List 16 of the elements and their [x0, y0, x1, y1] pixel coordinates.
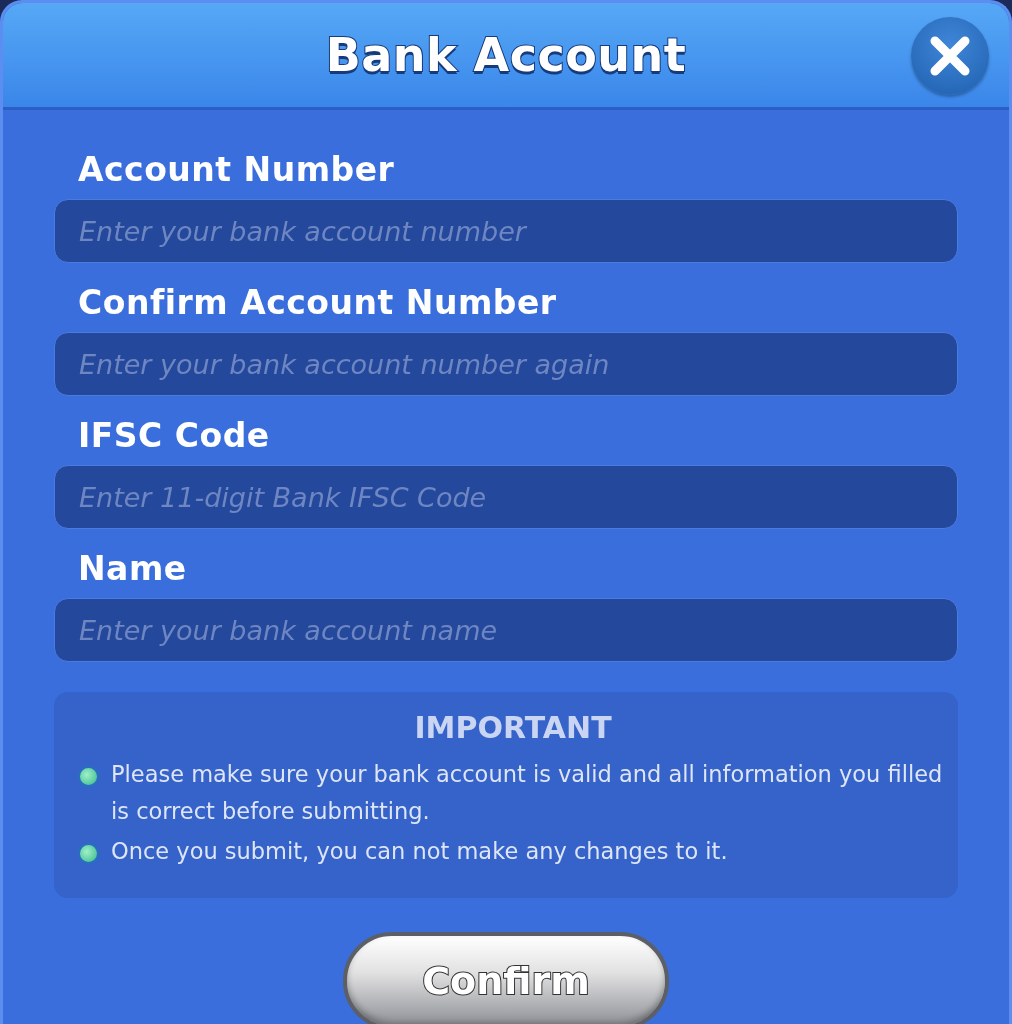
input-field[interactable]: Enter 11-digit Bank IFSC Code	[54, 465, 958, 529]
confirm-button[interactable]: Confirm	[343, 932, 669, 1024]
notice-title: IMPORTANT	[414, 710, 612, 745]
input-field[interactable]: Enter your bank account name	[54, 598, 958, 662]
field-label: IFSC Code	[78, 416, 271, 455]
bullet-icon	[78, 766, 99, 787]
dialog-title: Bank Account	[325, 28, 687, 82]
field-label: Account Number	[78, 150, 396, 189]
notice-text: Please make sure your bank account is valid and all information you filled is correct before submitting.	[111, 760, 944, 826]
input-field[interactable]: Enter your bank account number	[54, 199, 958, 263]
field-label: Name	[78, 549, 188, 588]
bullet-icon	[78, 843, 99, 864]
field-label: Confirm Account Number	[78, 283, 558, 322]
notice-text: Once you submit, you can not make any changes to it.	[111, 837, 728, 866]
close-button[interactable]	[911, 17, 989, 95]
input-field[interactable]: Enter your bank account number again	[54, 332, 958, 396]
